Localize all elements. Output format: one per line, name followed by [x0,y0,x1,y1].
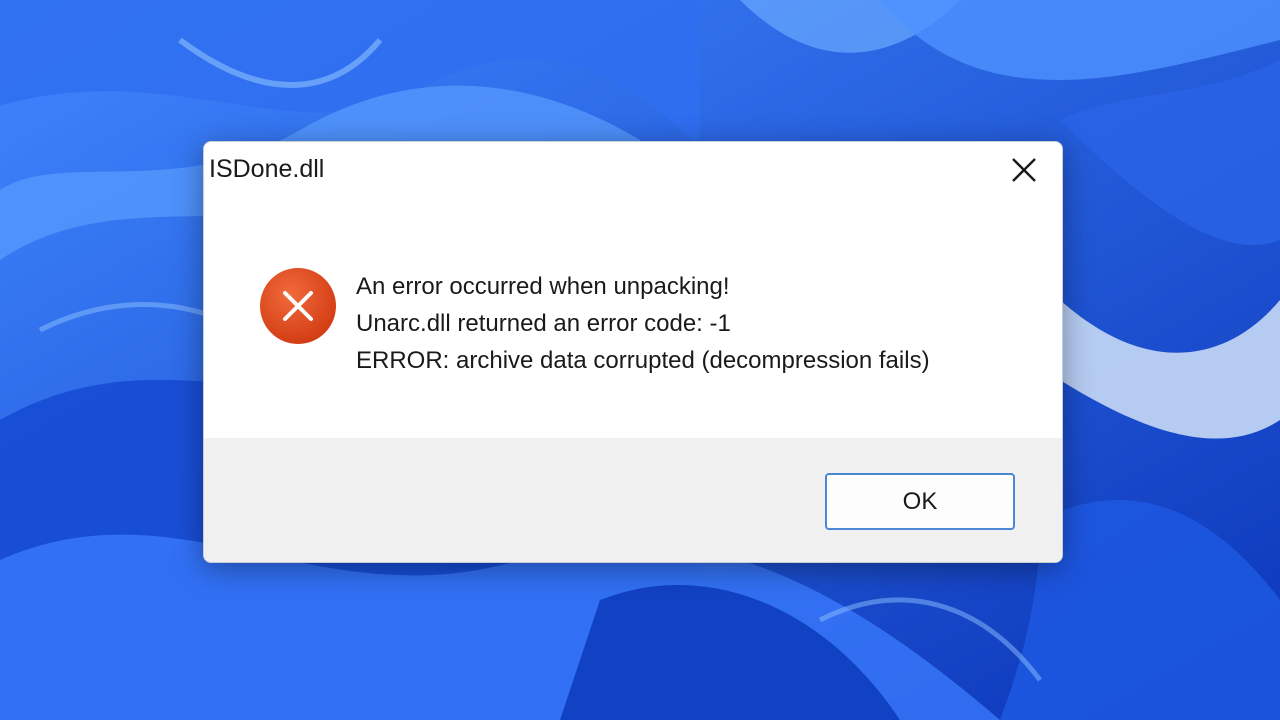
error-message-line: An error occurred when unpacking! [356,273,730,300]
dialog-footer: OK [204,438,1062,562]
error-icon [260,268,336,344]
close-icon [1012,158,1036,182]
error-message-line: Unarc.dll returned an error code: -1 [356,310,731,337]
ok-button[interactable]: OK [825,473,1015,530]
desktop-wallpaper: ISDone.dll An error occurred when unpack… [0,0,1280,720]
close-button[interactable] [1000,148,1048,192]
dialog-title: ISDone.dll [209,155,325,183]
dialog-titlebar: ISDone.dll [204,142,1062,198]
error-dialog: ISDone.dll An error occurred when unpack… [203,141,1063,563]
error-message-line: ERROR: archive data corrupted (decompres… [356,347,930,374]
dialog-body: An error occurred when unpacking! Unarc.… [204,198,1062,438]
error-message: An error occurred when unpacking! Unarc.… [356,268,930,379]
